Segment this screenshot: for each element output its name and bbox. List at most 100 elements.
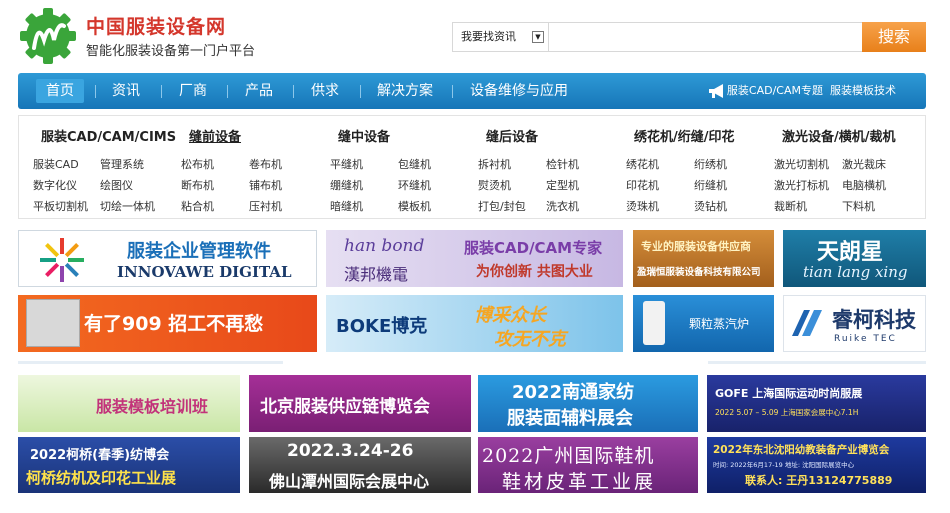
category-link[interactable]: 切绘一体机 [100,198,155,214]
category-link[interactable]: 压衬机 [249,198,282,214]
search-button[interactable]: 搜索 [862,22,926,52]
category-link[interactable]: 拆衬机 [478,156,511,172]
category-title[interactable]: 缝中设备 [338,126,390,145]
category-link[interactable]: 印花机 [626,177,659,193]
category-link[interactable]: 松布机 [181,156,214,172]
category-link[interactable]: 平板切割机 [33,198,88,214]
category-link[interactable]: 激光打标机 [774,177,829,193]
nav-divider [452,85,453,98]
banner-line2: 服装面辅料展会 [507,408,633,429]
nav-supply[interactable]: 供求 [311,73,339,109]
banner-logo: BOKE博克 [336,316,428,337]
section-divider [708,361,926,364]
banner-gofe-expo[interactable]: GOFE 上海国际运动时尚服展 2022 5.07 – 5.09 上海国家会展中… [707,375,926,432]
search-category-select[interactable]: 我要找资讯 ▼ [453,23,548,51]
category-link[interactable]: 绗绣机 [694,156,727,172]
link-template-tech[interactable]: 服装模板技术 [830,84,896,97]
banner-line3: 联系人: 王丹13124775889 [745,474,893,487]
category-title[interactable]: 绣花机/绗缝/印花 [634,126,735,145]
category-title[interactable]: 激光设备/横机/裁机 [782,126,896,145]
banner-boke[interactable]: BOKE博克 博采众长 攻无不克 [326,295,623,352]
banner-line1: 2022柯桥(春季)纺博会 [30,448,170,463]
banner-text: 服装模板培训班 [96,397,209,416]
main-nav: 首页 资讯 厂商 产品 供求 解决方案 设备维修与应用 服装CAD/CAM专题 … [18,73,926,109]
banner-text: 北京服装供应链博览会 [260,397,430,417]
nav-divider [227,85,228,98]
banner-909[interactable]: 有了909 招工不再愁 [18,295,317,352]
category-link[interactable]: 洗衣机 [546,198,579,214]
nav-divider [293,85,294,98]
site-title[interactable]: 中国服装设备网 [86,12,226,39]
category-link[interactable]: 平缝机 [330,156,363,172]
site-logo-icon[interactable] [18,8,78,64]
banner-en: Ruike TEC [834,334,897,344]
category-link[interactable]: 铺布机 [249,177,282,193]
banner-yingruiheng[interactable]: 专业的服装设备供应商 盈瑞恒服装设备科技有限公司 [633,230,774,287]
category-link[interactable]: 检针机 [546,156,579,172]
banner-keqiao-expo[interactable]: 2022柯桥(春季)纺博会 柯桥纺机及印花工业展 [18,437,240,493]
link-cad-cam-topic[interactable]: 服装CAD/CAM专题 [727,84,823,97]
banner-tianlangxing[interactable]: 天朗星 tian lang xing [783,230,926,287]
banner-line2: 攻无不克 [494,329,566,350]
banner-pattern-training[interactable]: 服装模板培训班 [18,375,240,432]
category-link[interactable]: 熨烫机 [478,177,511,193]
category-link[interactable]: 烫珠机 [626,198,659,214]
banner-logo: han bond [344,236,425,256]
category-link[interactable]: 打包/封包 [478,198,526,214]
banner-shenyang-expo[interactable]: 2022年东北沈阳幼教装备产业博览会 时间: 2022年6月17-19 地址: … [707,437,926,493]
category-link[interactable]: 暗缝机 [330,198,363,214]
category-link[interactable]: 包缝机 [398,156,431,172]
banner-ruike[interactable]: 睿柯科技 Ruike TEC [783,295,926,352]
search-bar: 我要找资讯 ▼ 搜索 [452,22,926,52]
nav-vendors[interactable]: 厂商 [179,73,207,109]
banner-cn: 睿柯科技 [832,308,916,332]
category-title[interactable]: 缝后设备 [486,126,538,145]
banner-beijing-expo[interactable]: 北京服装供应链博览会 [249,375,471,432]
category-link[interactable]: 激光切割机 [774,156,829,172]
category-link[interactable]: 断布机 [181,177,214,193]
category-link[interactable]: 管理系统 [100,156,144,172]
category-link[interactable]: 粘合机 [181,198,214,214]
banner-guangzhou-shoe-expo[interactable]: 2022广州国际鞋机 鞋材皮革工业展 [478,437,698,493]
banner-en: tian lang xing [803,263,908,281]
nav-home[interactable]: 首页 [36,79,84,103]
banner-hanbond[interactable]: han bond 漢邦機電 服装CAD/CAM专家 为你创新 共图大业 [326,230,623,287]
category-link[interactable]: 绘图仪 [100,177,133,193]
nav-maintenance[interactable]: 设备维修与应用 [470,73,568,109]
category-link[interactable]: 绗缝机 [694,177,727,193]
category-link[interactable]: 数字化仪 [33,177,77,193]
category-link[interactable]: 裁断机 [774,198,807,214]
nav-solutions[interactable]: 解决方案 [377,73,433,109]
category-link[interactable]: 绣花机 [626,156,659,172]
category-title[interactable]: 缝前设备 [189,126,241,145]
category-title[interactable]: 服装CAD/CAM/CIMS [41,126,176,145]
banner-foshan-expo[interactable]: 2022.3.24-26 佛山潭州国际会展中心 [249,437,471,493]
category-link[interactable]: 定型机 [546,177,579,193]
nav-divider [95,85,96,98]
banner-line2: 时间: 2022年6月17-19 地址: 沈阳国际展览中心 [713,461,855,469]
banner-steam-boiler[interactable]: 颗粒蒸汽炉 [633,295,774,352]
category-link[interactable]: 电脑横机 [842,177,886,193]
nav-divider [360,85,361,98]
nav-topic-links: 服装CAD/CAM专题 服装模板技术 [727,73,896,109]
category-link[interactable]: 烫钻机 [694,198,727,214]
banner-nantong-expo[interactable]: 2022南通家纺 服装面辅料展会 [478,375,698,432]
category-link[interactable]: 卷布机 [249,156,282,172]
search-input[interactable] [548,23,863,51]
sewing-machine-image [26,299,80,347]
category-link[interactable]: 环缝机 [398,177,431,193]
nav-news[interactable]: 资讯 [112,73,140,109]
category-link[interactable]: 服装CAD [33,156,79,172]
category-link[interactable]: 激光裁床 [842,156,886,172]
nav-products[interactable]: 产品 [245,73,273,109]
category-link[interactable]: 模板机 [398,198,431,214]
banner-line2: 2022 5.07 – 5.09 上海国家会展中心7.1H [715,408,859,417]
banner-innowave[interactable]: 服装企业管理软件 INNOVAWE DIGITAL [18,230,317,287]
megaphone-icon [709,84,723,98]
banner-line2: 鞋材皮革工业展 [502,471,657,493]
category-link[interactable]: 绷缝机 [330,177,363,193]
banner-line2: 佛山潭州国际会展中心 [269,472,430,491]
innowave-logo-icon [40,238,84,282]
category-link[interactable]: 下料机 [842,198,875,214]
banner-line2: 柯桥纺机及印花工业展 [26,469,177,487]
